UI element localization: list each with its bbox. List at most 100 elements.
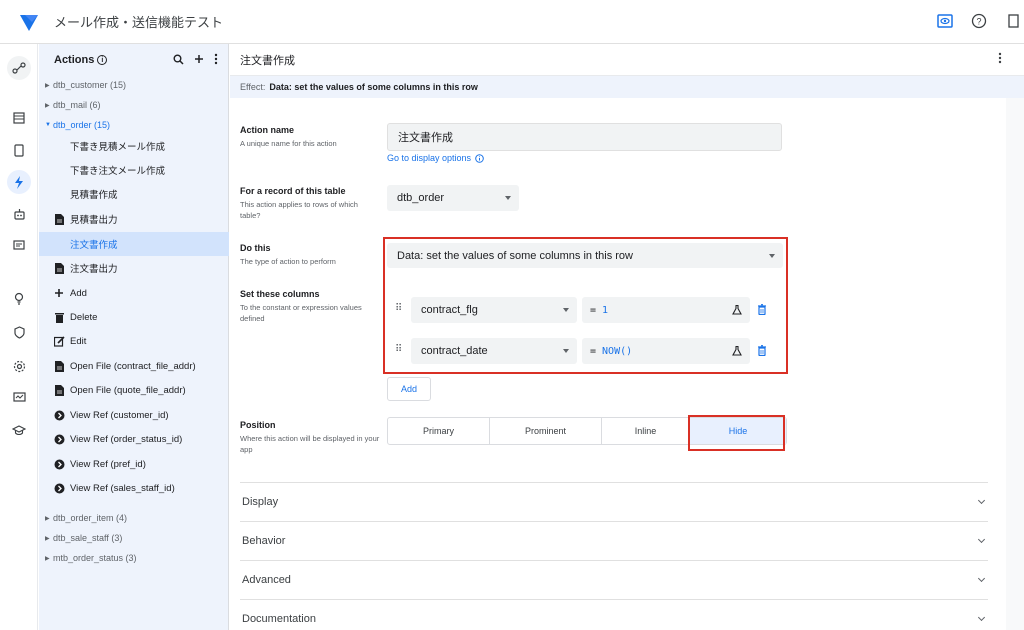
column-select[interactable]: contract_flg [411,297,577,323]
chevron-down-icon [977,574,986,583]
chat-icon[interactable] [7,234,31,258]
tree-group-mtb-order-status[interactable]: ▶ mtb_order_status (3) [45,551,137,565]
views-icon[interactable] [7,106,31,130]
tree-group-dtb-order-item[interactable]: ▶ dtb_order_item (4) [45,511,127,525]
copy-icon[interactable] [1002,10,1024,32]
caret-down-icon: ▼ [45,122,51,128]
caret-right-icon: ▶ [45,555,50,562]
chevron-down-icon [977,535,986,544]
action-item[interactable]: Edit [39,329,229,353]
section-behavior[interactable]: Behavior [240,521,988,559]
section-display[interactable]: Display [240,482,988,520]
expression-value: NOW() [602,345,633,357]
table-select[interactable]: dtb_order [387,185,519,211]
trash-icon[interactable] [757,304,767,318]
table-select-value: dtb_order [397,192,445,204]
monitor-icon[interactable] [7,386,31,410]
display-options-link[interactable]: Go to display options [387,153,484,163]
search-icon[interactable] [173,54,184,68]
dropdown-arrow-icon [769,253,775,258]
expression-operator: = [590,345,597,357]
section-advanced[interactable]: Advanced [240,560,988,598]
flask-icon[interactable] [732,304,742,318]
learn-cap-icon[interactable] [7,418,31,442]
action-name-help: A unique name for this action [240,139,337,148]
actions-bolt-icon[interactable] [7,170,31,194]
column-select[interactable]: contract_date [411,338,577,364]
section-documentation[interactable]: Documentation [240,599,988,630]
view-ref-icon [53,482,65,494]
security-shield-icon[interactable] [7,320,31,344]
hide-highlight-frame [688,415,785,451]
action-item[interactable]: View Ref (customer_id) [39,403,229,427]
action-item[interactable]: Open File (quote_file_addr) [39,378,229,402]
action-item[interactable]: Add [39,281,229,305]
expression-value: 1 [602,304,609,316]
mobile-icon[interactable] [7,138,31,162]
tree-group-dtb-customer[interactable]: ▶ dtb_customer (15) [45,78,126,92]
action-item-label: Add [70,287,87,299]
action-item[interactable]: 下書き見積メール作成 [39,134,229,158]
more-vert-icon[interactable] [998,52,1002,67]
action-item-selected[interactable]: 注文書作成 [39,232,229,256]
actions-panel-title: Actions [54,54,95,66]
data-icon[interactable] [7,56,31,80]
info-icon[interactable]: i [97,55,108,65]
tree-group-dtb-order[interactable]: ▼ dtb_order (15) [45,118,110,132]
flask-icon[interactable] [732,345,742,359]
add-icon[interactable] [194,54,204,67]
expression-input[interactable]: = NOW() [582,338,750,364]
tree-group-label: dtb_mail (6) [53,100,101,110]
lightbulb-icon[interactable] [7,286,31,310]
action-name-input[interactable]: 注文書作成 [387,123,782,151]
do-this-select[interactable]: Data: set the values of some columns in … [387,243,783,268]
action-item[interactable]: 下書き注文メール作成 [39,158,229,182]
tree-group-dtb-mail[interactable]: ▶ dtb_mail (6) [45,98,101,112]
trash-icon[interactable] [757,345,767,359]
action-item-label: Delete [70,311,98,323]
action-item[interactable]: 見積書出力 [39,207,229,231]
position-prominent[interactable]: Prominent [490,418,602,444]
action-item-label: 注文書出力 [70,264,118,275]
preview-icon[interactable] [934,10,956,32]
trash-icon [53,311,65,323]
drag-handle-icon[interactable]: ⠿ [395,344,402,355]
info-icon [475,153,484,163]
action-item[interactable]: 注文書出力 [39,256,229,280]
expression-input[interactable]: = 1 [582,297,750,323]
tree-group-dtb-sale-staff[interactable]: ▶ dtb_sale_staff (3) [45,531,122,545]
action-item[interactable]: View Ref (order_status_id) [39,427,229,451]
position-label: Position [240,420,276,430]
effect-summary: Effect: Data: set the values of some col… [230,76,1024,98]
add-column-button[interactable]: Add [387,377,431,401]
column-name: contract_flg [421,304,478,316]
more-vert-icon[interactable] [214,53,218,68]
document-icon [53,262,65,274]
bot-icon[interactable] [7,202,31,226]
action-item[interactable]: 見積書作成 [39,182,229,206]
document-icon [53,360,65,372]
action-item[interactable]: Open File (contract_file_addr) [39,354,229,378]
tree-group-label: dtb_customer (15) [53,80,127,90]
chevron-down-icon [977,613,986,622]
actions-panel-header: Actions i [39,44,228,76]
action-item-label: Edit [70,335,87,347]
set-columns-label: Set these columns [240,289,320,299]
drag-handle-icon[interactable]: ⠿ [395,303,402,314]
action-item-label: 見積書作成 [70,190,118,201]
action-item-label: 注文書作成 [70,240,118,251]
caret-right-icon: ▶ [45,82,50,89]
action-item-label: View Ref (sales_staff_id) [70,482,175,494]
action-item[interactable]: Delete [39,305,229,329]
help-icon[interactable]: ? [968,10,990,32]
action-item[interactable]: View Ref (sales_staff_id) [39,476,229,500]
settings-gear-icon[interactable] [7,354,31,378]
position-primary[interactable]: Primary [388,418,490,444]
action-item-label: View Ref (customer_id) [70,409,169,421]
action-item[interactable]: View Ref (pref_id) [39,452,229,476]
scrollbar[interactable] [1006,98,1024,630]
position-help: Where this action will be displayed in y… [240,434,380,454]
position-inline[interactable]: Inline [602,418,690,444]
table-help: This action applies to rows of which tab… [240,200,358,220]
svg-text:?: ? [976,17,981,27]
